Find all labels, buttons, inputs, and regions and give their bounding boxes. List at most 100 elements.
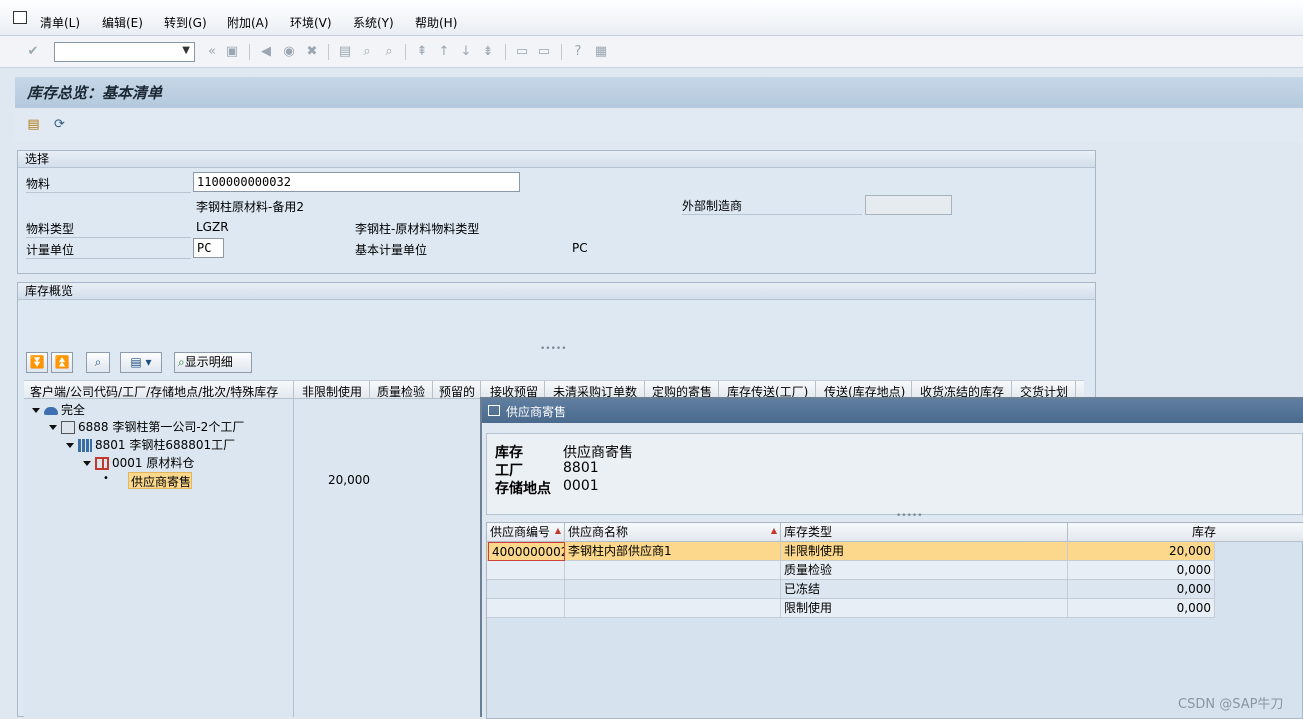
splitter-handle[interactable]: ••••• <box>540 345 567 354</box>
sort-asc-icon: ▲ <box>554 526 561 535</box>
col-header-reserved[interactable]: 预留的 <box>439 383 475 400</box>
find-icon[interactable]: ⌕ <box>359 44 375 60</box>
cell-stock-qty[interactable]: 0,000 <box>1068 580 1215 599</box>
detail-icon[interactable]: ▤ <box>25 116 42 133</box>
cell-stock-qty[interactable]: 20,000 <box>1068 542 1215 561</box>
display-detail-button[interactable]: ⌕显示明细 <box>174 352 252 373</box>
company-icon <box>61 421 75 434</box>
material-type-description: 李钢柱-原材料物料类型 <box>355 222 480 236</box>
expand-all-button[interactable]: ⏬ <box>26 352 48 373</box>
cell-stock-qty[interactable]: 0,000 <box>1068 599 1215 618</box>
dialog-splitter-handle[interactable]: ••••• <box>896 511 923 521</box>
material-type-value: LGZR <box>196 220 229 234</box>
tree-node-company-label: 6888 李钢柱第一公司-2个工厂 <box>78 420 245 434</box>
menu-edit[interactable]: 编辑(E) <box>102 14 143 31</box>
menu-bar: 清单(L) 编辑(E) 转到(G) 附加(A) 环境(V) 系统(Y) 帮助(H… <box>0 0 1303 36</box>
collapse-all-button[interactable]: ⏫ <box>51 352 73 373</box>
unit-of-measure-input[interactable]: PC <box>193 238 224 258</box>
dlg-col-vendor-no[interactable]: 供应商编号 ▲ <box>487 523 565 542</box>
expand-triangle-icon[interactable] <box>49 425 57 430</box>
dlg-col-stock-type-label: 库存类型 <box>784 525 833 539</box>
col-header-unrestricted[interactable]: 非限制使用 <box>302 383 362 400</box>
tree-node-company[interactable]: 6888 李钢柱第一公司-2个工厂 <box>49 418 244 435</box>
base-unit-value: PC <box>572 241 588 255</box>
cell-vendor-name[interactable] <box>565 599 781 618</box>
print-icon[interactable]: ▤ <box>337 44 353 60</box>
cell-stock-qty[interactable]: 0,000 <box>1068 561 1215 580</box>
material-type-label: 物料类型 <box>26 220 191 238</box>
cell-vendor-no[interactable] <box>487 561 565 580</box>
print-button[interactable]: ▤ ▾ <box>120 352 162 373</box>
dlg-col-vendor-name[interactable]: 供应商名称 ▲ <box>565 523 781 542</box>
cell-stock-type[interactable]: 质量检验 <box>781 561 1068 580</box>
base-unit-label: 基本计量单位 <box>355 243 428 257</box>
tree-node-plant-label: 8801 李钢柱688801工厂 <box>95 438 236 452</box>
external-manufacturer-label: 外部制造商 <box>682 197 862 215</box>
tree-node-vendor-consignment[interactable]: 供应商寄售 <box>131 473 191 490</box>
help-icon[interactable]: ? <box>570 44 586 60</box>
col-header-hierarchy[interactable]: 客户端/公司代码/工厂/存储地点/批次/特殊库存 <box>30 383 278 400</box>
dropdown-arrow-icon[interactable]: ▼ <box>182 45 190 56</box>
cancel-icon[interactable]: ✖ <box>304 44 320 60</box>
menu-help[interactable]: 帮助(H) <box>415 14 457 31</box>
shortcut-icon[interactable]: ▭ <box>536 44 552 60</box>
title-bar: 库存总览：基本清单 <box>15 77 1303 108</box>
display-detail-label: 显示明细 <box>184 355 233 369</box>
refresh-icon[interactable]: ⟳ <box>51 116 68 133</box>
save-icon[interactable]: ▣ <box>224 44 240 60</box>
cell-stock-type[interactable]: 已冻结 <box>781 580 1068 599</box>
expand-triangle-icon[interactable] <box>83 461 91 466</box>
expand-triangle-icon[interactable] <box>66 443 74 448</box>
prev-page-icon[interactable]: ↑ <box>436 44 452 60</box>
cell-vendor-name[interactable] <box>565 561 781 580</box>
tree-node-storage-location[interactable]: 0001 原材料仓 <box>83 454 194 471</box>
tree-node-storage-location-label: 0001 原材料仓 <box>112 456 195 470</box>
material-label: 物料 <box>26 175 191 193</box>
command-field[interactable]: ▼ <box>54 42 195 62</box>
dlg-col-stock-label: 库存 <box>1191 525 1216 539</box>
info-storage-value: 0001 <box>563 478 599 494</box>
cell-vendor-no[interactable] <box>487 599 565 618</box>
dialog-window-icon <box>488 405 500 416</box>
back-icon[interactable]: « <box>204 44 220 60</box>
tree-node-total[interactable]: 完全 <box>32 401 85 418</box>
next-page-icon[interactable]: ↓ <box>458 44 474 60</box>
cell-vendor-name[interactable] <box>565 580 781 599</box>
enter-icon[interactable]: ✔ <box>25 44 41 60</box>
unrestricted-value: 20,000 <box>328 473 370 487</box>
dialog-info-panel: 库存 供应商寄售 工厂 8801 存储地点 0001 <box>486 433 1303 515</box>
expand-triangle-icon[interactable] <box>32 408 40 413</box>
col-header-quality[interactable]: 质量检验 <box>377 383 425 400</box>
cell-stock-type[interactable]: 非限制使用 <box>781 542 1068 561</box>
dialog-grid: 供应商编号 ▲ 供应商名称 ▲ 库存类型 库存 4000000002 李钢柱内部供应… <box>486 522 1303 719</box>
new-session-icon[interactable]: ▭ <box>514 44 530 60</box>
dlg-col-stock-type[interactable]: 库存类型 <box>781 523 1068 542</box>
menu-system[interactable]: 系统(Y) <box>353 14 394 31</box>
cell-vendor-no[interactable]: 4000000002 <box>488 542 565 561</box>
cell-stock-type[interactable]: 限制使用 <box>781 599 1068 618</box>
material-description: 李钢柱原材料-备用2 <box>196 200 304 214</box>
last-page-icon[interactable]: ⇟ <box>480 44 496 60</box>
unit-of-measure-label: 计量单位 <box>26 241 191 259</box>
info-plant-label: 工厂 <box>495 463 523 479</box>
menu-extras[interactable]: 附加(A) <box>227 14 269 31</box>
find-button[interactable]: ⌕ <box>86 352 110 373</box>
menu-icon[interactable] <box>13 11 27 24</box>
tree-node-plant[interactable]: 8801 李钢柱688801工厂 <box>66 436 235 453</box>
find-next-icon[interactable]: ⌕ <box>381 44 397 60</box>
cell-vendor-no[interactable] <box>487 580 565 599</box>
dlg-col-stock[interactable]: 库存 <box>1068 523 1303 542</box>
dlg-col-vendor-name-label: 供应商名称 <box>568 525 629 539</box>
standard-toolbar: ✔ « ▣ ◀ ◉ ✖ ▤ ⌕ ⌕ ⇞ ↑ ↓ ⇟ ▭ ▭ ? ▦ <box>0 36 1303 68</box>
exit-icon[interactable]: ◉ <box>281 44 297 60</box>
back-nav-icon[interactable]: ◀ <box>258 44 274 60</box>
customize-layout-icon[interactable]: ▦ <box>593 44 609 60</box>
menu-goto[interactable]: 转到(G) <box>164 14 207 31</box>
external-manufacturer-field[interactable] <box>865 195 952 215</box>
menu-environment[interactable]: 环境(V) <box>290 14 332 31</box>
cell-vendor-name[interactable]: 李钢柱内部供应商1 <box>565 542 781 561</box>
material-input[interactable]: 1100000000032 <box>193 172 520 192</box>
first-page-icon[interactable]: ⇞ <box>414 44 430 60</box>
tree-leaf-bullet-icon: • <box>103 473 109 484</box>
menu-list[interactable]: 清单(L) <box>40 14 80 31</box>
